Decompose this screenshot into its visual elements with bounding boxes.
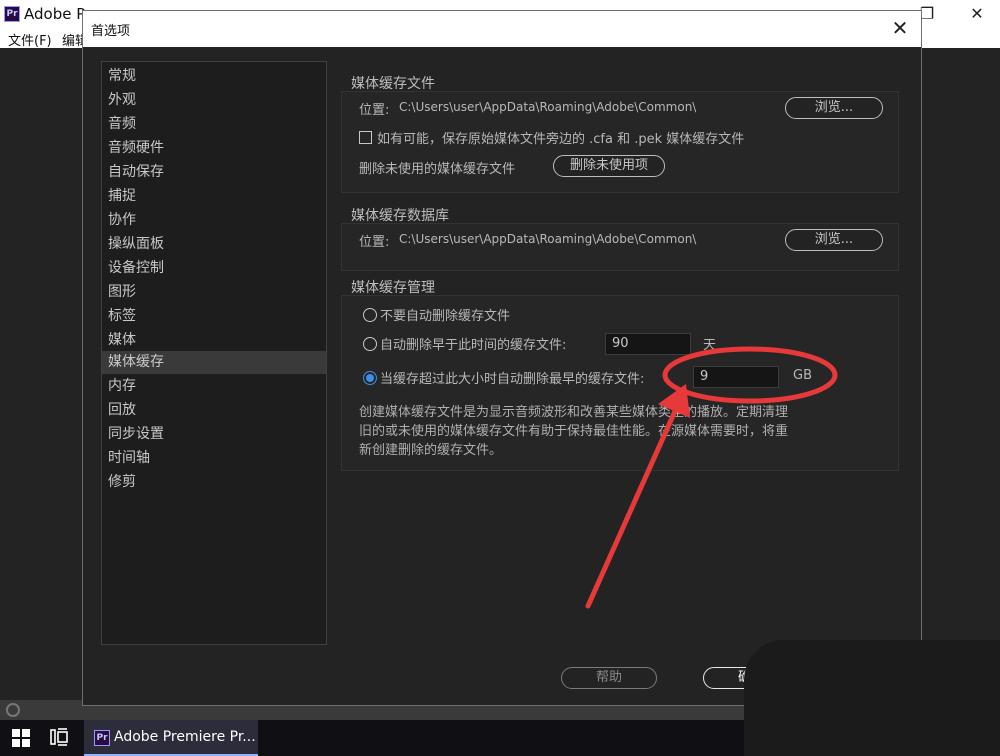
delete-unused-button[interactable]: 删除未使用项 xyxy=(553,155,665,177)
category-capture[interactable]: 捕捉 xyxy=(102,185,326,208)
category-general[interactable]: 常规 xyxy=(102,65,326,88)
category-auto-save[interactable]: 自动保存 xyxy=(102,161,326,184)
cache-files-title: 媒体缓存文件 xyxy=(351,76,435,92)
dialog-title: 首选项 xyxy=(91,24,131,39)
category-playback[interactable]: 回放 xyxy=(102,399,326,422)
delete-unused-label: 删除未使用的媒体缓存文件 xyxy=(359,162,516,177)
size-unit-label: GB xyxy=(793,368,812,383)
premiere-logo-icon: Pr xyxy=(4,6,20,22)
dialog-titlebar: 首选项 ✕ xyxy=(83,11,921,47)
category-graphics[interactable]: 图形 xyxy=(102,281,326,304)
category-media-cache[interactable]: 媒体缓存 xyxy=(102,351,326,374)
category-memory[interactable]: 内存 xyxy=(102,375,326,398)
taskbar-app-label: Adobe Premiere Pr... xyxy=(114,729,256,745)
cache-files-browse-button[interactable]: 浏览... xyxy=(785,97,883,119)
no-auto-delete-label: 不要自动删除缓存文件 xyxy=(380,309,511,324)
delete-by-size-radio[interactable] xyxy=(363,371,377,385)
category-collaboration[interactable]: 协作 xyxy=(102,209,326,232)
category-device-control[interactable]: 设备控制 xyxy=(102,257,326,280)
desktop-overlay xyxy=(744,640,1000,756)
category-appearance[interactable]: 外观 xyxy=(102,89,326,112)
taskbar-premiere[interactable]: Pr Adobe Premiere Pr... xyxy=(84,720,258,756)
category-labels[interactable]: 标签 xyxy=(102,305,326,328)
no-auto-delete-radio[interactable] xyxy=(363,308,377,322)
task-view-icon[interactable] xyxy=(50,728,70,746)
cache-files-location-label: 位置: xyxy=(359,103,390,118)
category-sync-settings[interactable]: 同步设置 xyxy=(102,423,326,446)
age-unit-label: 天 xyxy=(703,338,717,353)
cache-mgmt-title: 媒体缓存管理 xyxy=(351,280,435,296)
sync-icon[interactable] xyxy=(6,703,20,717)
cache-db-browse-button[interactable]: 浏览... xyxy=(785,229,883,251)
dialog-close-icon[interactable]: ✕ xyxy=(887,15,913,41)
cache-files-path: C:\Users\user\AppData\Roaming\Adobe\Comm… xyxy=(399,100,697,114)
category-audio-hardware[interactable]: 音频硬件 xyxy=(102,137,326,160)
delete-by-age-radio[interactable] xyxy=(363,337,377,351)
save-beside-originals-checkbox[interactable] xyxy=(359,131,372,144)
cache-description: 创建媒体缓存文件是为显示音频波形和改善某些媒体类型的播放。定期清理旧的或未使用的… xyxy=(359,405,789,458)
category-control-surface[interactable]: 操纵面板 xyxy=(102,233,326,256)
menu-file[interactable]: 文件(F) xyxy=(8,30,52,49)
category-trim[interactable]: 修剪 xyxy=(102,471,326,494)
size-gb-input[interactable]: 9 xyxy=(693,366,779,388)
cache-db-location-label: 位置: xyxy=(359,235,390,250)
delete-by-size-label: 当缓存超过此大小时自动删除最早的缓存文件: xyxy=(380,372,645,387)
preferences-category-list: 常规 外观 音频 音频硬件 自动保存 捕捉 协作 操纵面板 设备控制 图形 标签… xyxy=(101,61,327,645)
preferences-dialog: 首选项 ✕ 常规 外观 音频 音频硬件 自动保存 捕捉 协作 操纵面板 设备控制… xyxy=(82,10,922,706)
age-days-input[interactable]: 90 xyxy=(605,333,691,355)
screen: Pr Adobe Pr... ❐ ✕ 文件(F) 编辑 Pr Adobe Pre… xyxy=(0,0,1000,756)
delete-by-age-label: 自动删除早于此时间的缓存文件: xyxy=(380,338,567,353)
category-media[interactable]: 媒体 xyxy=(102,329,326,352)
category-audio[interactable]: 音频 xyxy=(102,113,326,136)
cache-db-title: 媒体缓存数据库 xyxy=(351,208,449,224)
app-close-icon[interactable]: ✕ xyxy=(954,2,1000,26)
windows-start-icon[interactable] xyxy=(12,729,30,747)
help-button[interactable]: 帮助 xyxy=(561,667,657,689)
premiere-logo-icon: Pr xyxy=(94,730,110,746)
category-timeline[interactable]: 时间轴 xyxy=(102,447,326,470)
cache-db-path: C:\Users\user\AppData\Roaming\Adobe\Comm… xyxy=(399,232,697,246)
save-beside-originals-label: 如有可能，保存原始媒体文件旁边的 .cfa 和 .pek 媒体缓存文件 xyxy=(377,132,745,147)
